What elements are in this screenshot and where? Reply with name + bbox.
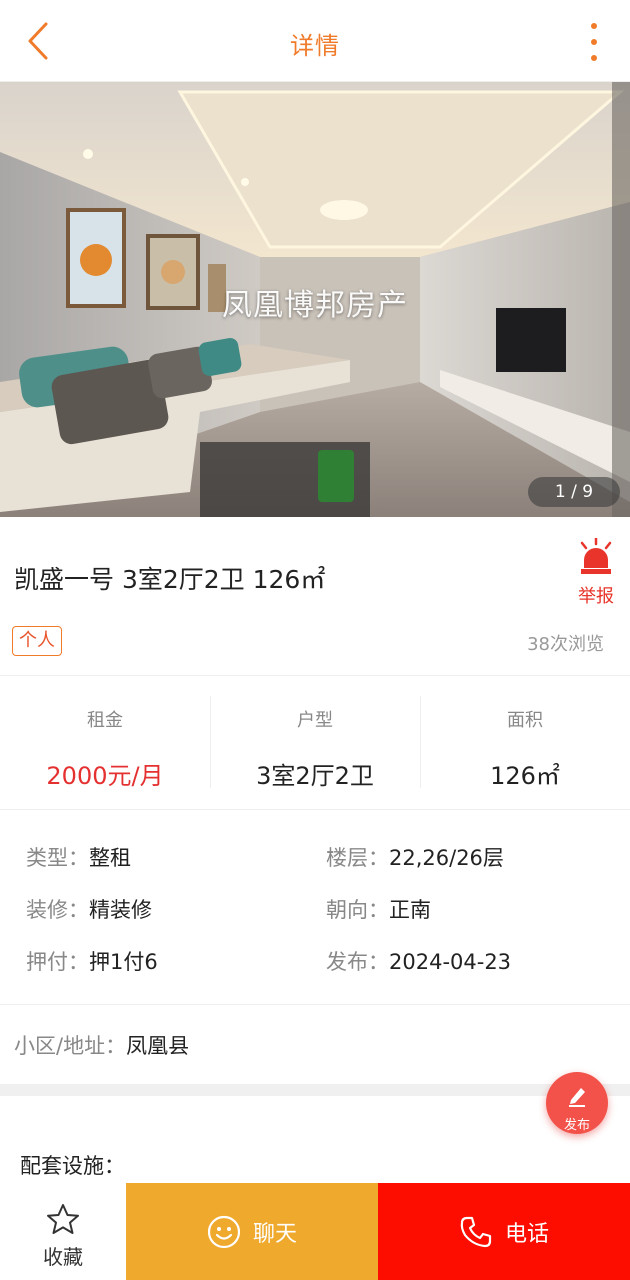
page-title: 详情 (290, 32, 340, 60)
detail-payment-key: 押付： (26, 950, 89, 974)
divider (0, 1004, 630, 1005)
detail-payment: 押付：押1付6 (26, 946, 326, 998)
report-button[interactable]: 举报 (576, 536, 616, 608)
more-vertical-icon (591, 23, 597, 61)
publish-button[interactable]: 发布 (546, 1072, 608, 1134)
call-label: 电话 (504, 1221, 549, 1247)
favorite-button[interactable]: 收藏 (0, 1183, 126, 1280)
stat-area-label: 面积 (507, 710, 543, 731)
facilities-heading: 配套设施： (20, 1154, 125, 1178)
view-count: 38次浏览 (527, 630, 604, 656)
detail-floor-key: 楼层： (326, 846, 389, 870)
detail-published-key: 发布： (326, 950, 389, 974)
pencil-icon (569, 1088, 585, 1107)
detail-row: 押付：押1付6 发布：2024-04-23 (26, 946, 626, 998)
section-separator (0, 1084, 630, 1096)
photo-counter: 1 / 9 (528, 477, 620, 507)
top-nav-bar: 详情 (0, 0, 630, 82)
detail-decoration-key: 装修： (26, 898, 89, 922)
key-stats: 租金 2000元/月 户型 3室2厅2卫 面积 126㎡ (0, 676, 630, 809)
agency-watermark: 凤凰博邦房产 (222, 288, 408, 323)
stat-layout-label: 户型 (297, 710, 333, 731)
call-button[interactable]: 电话 (378, 1183, 630, 1280)
property-photo-gallery[interactable]: 凤凰博邦房产 1 / 9 (0, 82, 630, 517)
detail-orientation-key: 朝向： (326, 898, 389, 922)
stat-rent-value: 2000元/月 (46, 762, 164, 790)
listing-title: 凯盛一号 3室2厅2卫 126㎡ (14, 565, 326, 594)
chat-button[interactable]: 聊天 (126, 1183, 378, 1280)
chat-label: 聊天 (252, 1221, 297, 1247)
more-options-button[interactable] (586, 20, 602, 64)
report-label: 举报 (578, 586, 614, 607)
detail-published-value: 2024-04-23 (389, 950, 512, 974)
alarm-siren-icon (580, 536, 612, 574)
detail-type: 类型：整租 (26, 842, 326, 894)
view-count-text: 38次浏览 (527, 634, 604, 655)
address-key: 小区/地址： (14, 1034, 127, 1058)
address-line: 小区/地址：凤凰县 (14, 1030, 189, 1060)
detail-orientation-value: 正南 (389, 898, 431, 922)
detail-published: 发布：2024-04-23 (326, 946, 626, 998)
detail-type-key: 类型： (26, 846, 89, 870)
address-value: 凤凰县 (126, 1034, 190, 1058)
property-details: 类型：整租 楼层：22,26/26层 装修：精装修 朝向：正南 押付：押1付6 … (26, 842, 626, 998)
photo-counter-separator: / (565, 482, 583, 502)
favorite-label: 收藏 (43, 1245, 83, 1269)
divider (0, 809, 630, 810)
detail-row: 装修：精装修 朝向：正南 (26, 894, 626, 946)
detail-floor-value: 22,26/26层 (389, 846, 504, 870)
stat-area-value: 126㎡ (490, 762, 560, 790)
bottom-action-bar: 收藏 聊天 电话 (0, 1183, 630, 1280)
owner-type-badge: 个人 (12, 626, 62, 656)
stat-area: 面积 126㎡ (420, 676, 630, 809)
detail-payment-value: 押1付6 (89, 950, 158, 974)
stat-rent-label: 租金 (87, 710, 123, 731)
photo-counter-total: 9 (582, 482, 594, 502)
detail-decoration-value: 精装修 (89, 898, 152, 922)
detail-type-value: 整租 (89, 846, 131, 870)
detail-floor: 楼层：22,26/26层 (326, 842, 626, 894)
photo-counter-current: 1 (554, 482, 566, 502)
smiley-icon (207, 1215, 241, 1248)
stat-layout: 户型 3室2厅2卫 (210, 676, 420, 809)
stat-rent: 租金 2000元/月 (0, 676, 210, 809)
detail-orientation: 朝向：正南 (326, 894, 626, 946)
star-outline-icon (47, 1204, 79, 1234)
stat-layout-value: 3室2厅2卫 (256, 762, 374, 790)
phone-icon (460, 1216, 492, 1247)
detail-decoration: 装修：精装修 (26, 894, 326, 946)
detail-row: 类型：整租 楼层：22,26/26层 (26, 842, 626, 894)
publish-label: 发布 (563, 1118, 590, 1133)
